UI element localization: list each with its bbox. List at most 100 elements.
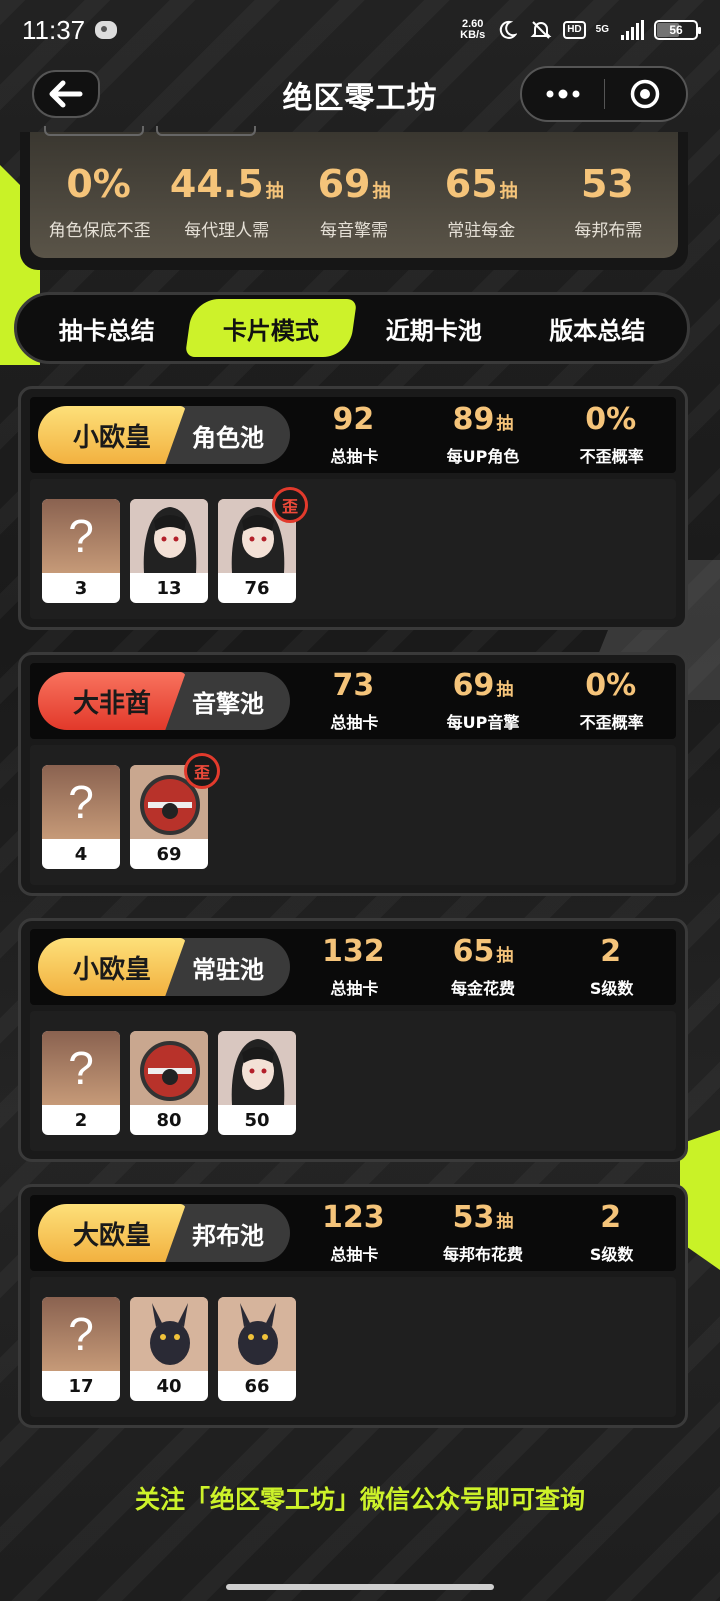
summary-stat-value: 69 [317, 161, 371, 206]
engine-art-image [130, 1031, 208, 1105]
item-pull-count: 17 [68, 1375, 94, 1397]
summary-stat-label: 常驻每金 [447, 220, 516, 241]
pool-stat-unit: 抽 [496, 414, 514, 434]
pulled-item-card[interactable]: 40 [130, 1297, 208, 1401]
pool-stat: 73 总抽卡 [290, 669, 419, 733]
pool-stat-value: 89 [452, 402, 495, 437]
pool-items: ? 4 69 歪 [30, 745, 676, 885]
pool-stat: 0% 不歪概率 [547, 669, 676, 733]
tab-label: 卡片模式 [222, 316, 319, 345]
hd-badge: HD [563, 21, 586, 39]
off-banner-badge: 歪 [184, 753, 220, 789]
mode-tabs: 抽卡总结 卡片模式 近期卡池 版本总结 [14, 292, 690, 364]
pending-pulls-card: ? 4 [42, 765, 120, 869]
pool-stat-label: 总抽卡 [330, 1245, 379, 1264]
pool-header: 小欧皇 常驻池 132 总抽卡 65 抽每金花费 2 S级数 [30, 929, 676, 1005]
item-pull-count: 13 [156, 577, 182, 599]
summary-stats: 0% 角色保底不歪 44.5 抽 每代理人需 69 抽 每音擎需 65 抽 常驻每金 … [30, 126, 678, 258]
summary-stat: 0% 角色保底不歪 [36, 150, 163, 241]
tab-recent-pools[interactable]: 近期卡池 [352, 299, 516, 357]
summary-stat-value: 53 [580, 161, 634, 206]
summary-stat: 44.5 抽 每代理人需 [163, 150, 290, 241]
tab-gacha-summary[interactable]: 抽卡总结 [25, 299, 189, 357]
battery-icon: 56 [654, 20, 701, 40]
pool-stat: 2 S级数 [547, 1201, 676, 1265]
arrow-left-icon [49, 80, 83, 108]
item-pull-count: 69 [156, 843, 182, 865]
summary-stat-value: 65 [444, 161, 498, 206]
pool-stat-label: 不歪概率 [579, 447, 644, 466]
off-banner-badge: 歪 [272, 487, 308, 523]
pool-stat-label: 每金花费 [451, 979, 516, 998]
tab-card-mode[interactable]: 卡片模式 [184, 299, 357, 357]
pulled-item-card[interactable]: 69 歪 [130, 753, 220, 869]
app-header: 绝区零工坊 [0, 62, 720, 128]
pending-pulls-card: ? 3 [42, 499, 120, 603]
tab-label: 版本总结 [549, 316, 646, 345]
item-pull-count: 3 [74, 577, 88, 599]
pulled-item-card[interactable]: 13 [130, 499, 208, 603]
pool-stat-value: 92 [332, 402, 375, 437]
pool-stat: 53 抽每邦布花费 [419, 1201, 548, 1265]
pool-card: 大非酋 音擎池 73 总抽卡 69 抽每UP音擎 0% 不歪概率? 4 69 歪 [18, 652, 688, 896]
network-speed-unit: KB/s [460, 29, 486, 41]
pool-stat: 89 抽每UP角色 [419, 403, 548, 467]
summary-stat-label: 每音擎需 [320, 220, 388, 241]
more-button[interactable] [522, 68, 604, 120]
signal-icon [621, 20, 644, 40]
luck-rating: 小欧皇 [38, 406, 186, 464]
moon-icon [495, 18, 519, 42]
luck-rating: 大非酋 [38, 672, 186, 730]
pool-items: ? 2 80 50 [30, 1011, 676, 1151]
tab-label: 抽卡总结 [58, 316, 155, 345]
pulled-item-card[interactable]: 76 歪 [218, 487, 308, 603]
summary-stat-value: 44.5 [169, 161, 264, 206]
notification-app-icon [95, 21, 118, 39]
pool-stat-unit: 抽 [496, 1212, 514, 1232]
network-type: 5G [595, 24, 609, 35]
back-button[interactable] [32, 70, 100, 118]
home-indicator[interactable] [226, 1584, 494, 1590]
item-pull-count: 40 [156, 1375, 182, 1397]
summary-stat: 53 每邦布需 [545, 150, 672, 241]
pool-stat-value: 53 [452, 1200, 495, 1235]
tab-version-summary[interactable]: 版本总结 [516, 299, 680, 357]
pool-stat-label: 每邦布花费 [443, 1245, 524, 1264]
summary-card: 0% 角色保底不歪 44.5 抽 每代理人需 69 抽 每音擎需 65 抽 常驻每金 … [20, 126, 688, 270]
pool-stat-unit: 抽 [496, 946, 514, 966]
pool-items: ? 3 13 76 歪 [30, 479, 676, 619]
pool-stat-value: 132 [322, 934, 385, 969]
status-time: 11:37 [22, 14, 86, 45]
question-mark: ? [68, 510, 94, 562]
pool-badge: 大非酋 音擎池 [38, 672, 290, 730]
pool-stat-value: 73 [332, 668, 375, 703]
pool-stats: 92 总抽卡 89 抽每UP角色 0% 不歪概率 [290, 403, 676, 467]
question-mark-icon: ? [42, 1031, 120, 1105]
page-title: 绝区零工坊 [282, 81, 438, 116]
pool-stat-label: 每UP音擎 [446, 713, 520, 732]
summary-stat: 69 抽 每音擎需 [290, 150, 417, 241]
summary-stat-label: 角色保底不歪 [48, 220, 151, 241]
pool-stat-value: 69 [452, 668, 495, 703]
pulled-item-card[interactable]: 66 [218, 1297, 296, 1401]
pool-stat: 2 S级数 [547, 935, 676, 999]
pool-stat-value: 0% [585, 668, 637, 703]
pulled-item-card[interactable]: 80 [130, 1031, 208, 1135]
mute-bell-icon [529, 18, 553, 42]
item-pull-count: 4 [74, 843, 88, 865]
luck-rating: 大欧皇 [38, 1204, 186, 1262]
pool-stat-label: 不歪概率 [579, 713, 644, 732]
question-mark: ? [68, 776, 94, 828]
status-icons: 2.60 KB/s HD 5G 56 [460, 18, 701, 42]
pool-badge: 大欧皇 邦布池 [38, 1204, 290, 1262]
summary-stat-unit: 抽 [499, 180, 518, 202]
pool-stat-value: 2 [600, 1200, 622, 1235]
item-pull-count: 80 [156, 1109, 182, 1131]
agent-portrait-image [218, 1031, 296, 1105]
pool-stats: 123 总抽卡 53 抽每邦布花费 2 S级数 [290, 1201, 676, 1265]
pending-pulls-card: ? 17 [42, 1297, 120, 1401]
luck-rating: 小欧皇 [38, 938, 186, 996]
close-miniprogram-button[interactable] [605, 68, 687, 120]
pulled-item-card[interactable]: 50 [218, 1031, 296, 1135]
question-mark-icon: ? [42, 1297, 120, 1371]
